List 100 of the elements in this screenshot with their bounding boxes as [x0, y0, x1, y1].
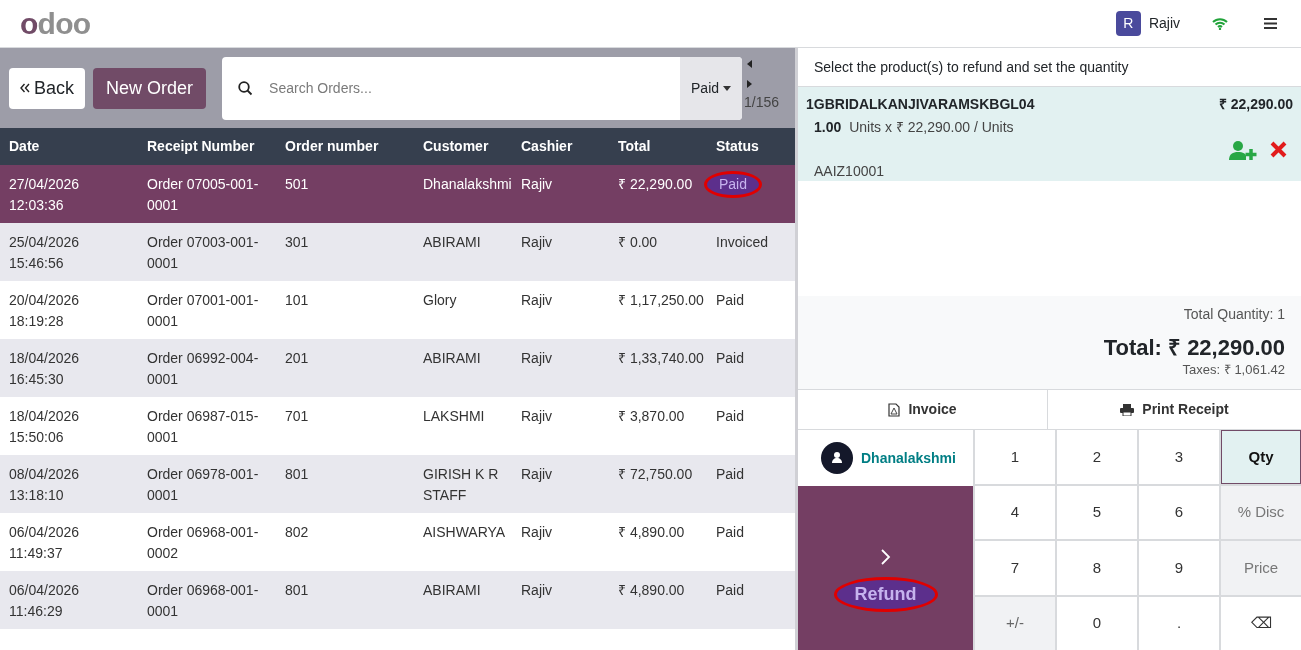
table-cell-text: 501: [285, 175, 309, 194]
table-cell-text: ₹ 72,750.00: [618, 465, 693, 484]
remove-icon[interactable]: [1270, 141, 1287, 158]
table-cell-text: Dhanalakshmi: [423, 175, 512, 194]
status-label: Invoiced: [716, 233, 769, 252]
status-label: Paid: [716, 407, 745, 426]
search-field[interactable]: Search Orders... Paid: [222, 56, 743, 120]
previous-page-icon[interactable]: [747, 60, 753, 68]
table-cell-text: ₹ 4,890.00: [618, 523, 685, 542]
number-key[interactable]: .: [1139, 596, 1219, 650]
table-cell-text: 802: [285, 523, 309, 542]
search-icon: [238, 80, 254, 96]
table-cell-text: 801: [285, 465, 309, 484]
column-header: Date: [8, 137, 41, 156]
double-chevron-left-icon: [20, 83, 30, 93]
new-order-button[interactable]: New Order: [93, 67, 207, 109]
status-label: Paid: [704, 171, 763, 198]
number-key[interactable]: 9: [1139, 541, 1219, 595]
table-cell-text: 08/04/2026 13:18:10: [9, 465, 80, 505]
user-avatar: R: [1115, 11, 1141, 36]
table-cell-text: ₹ 3,870.00: [618, 407, 685, 426]
line-quantity: 1.00: [814, 119, 842, 135]
next-page-icon[interactable]: [747, 80, 753, 88]
table-cell-text: Rajiv: [521, 407, 553, 426]
number-key[interactable]: 5: [1057, 485, 1137, 539]
table-cell-text: GIRISH K R STAFF: [423, 465, 499, 505]
number-key[interactable]: 6: [1139, 485, 1219, 539]
table-cell-text: 18/04/2026 15:50:06: [9, 407, 80, 447]
column-header: Order number: [284, 137, 380, 156]
order-row[interactable]: 18/04/2026 16:45:30 Order 06992-004- 0001 201 ABIRAMI Rajiv ₹ 1,33,740.00 Paid: [0, 339, 795, 397]
number-key[interactable]: 8: [1057, 541, 1137, 595]
add-user-icon[interactable]: [1229, 141, 1258, 160]
table-cell-text: 301: [285, 233, 309, 252]
order-row[interactable]: 27/04/2026 12:03:36 Order 07005-001- 0001 501 Dhanalakshmi Rajiv ₹ 22,290.00 Paid: [0, 165, 795, 223]
table-cell-text: Order 06992-004- 0001: [147, 349, 259, 389]
product-name: 1GBRIDALKANJIVARAMSKBGL04: [806, 95, 1035, 114]
table-cell-text: Order 07001-001- 0001: [147, 291, 259, 331]
menu-icon[interactable]: [1264, 18, 1277, 29]
column-header: Status: [715, 137, 760, 156]
mode-key[interactable]: Qty: [1221, 430, 1301, 484]
table-cell-text: 18/04/2026 16:45:30: [9, 349, 80, 389]
mode-key[interactable]: Price: [1221, 541, 1301, 595]
number-key[interactable]: 2: [1057, 430, 1137, 484]
table-cell-text: 20/04/2026 18:19:28: [9, 291, 80, 331]
number-key[interactable]: 1: [975, 430, 1055, 484]
table-cell-text: Order 06978-001- 0001: [147, 465, 259, 505]
number-key[interactable]: 3: [1139, 430, 1219, 484]
number-key[interactable]: 7: [975, 541, 1055, 595]
user-name[interactable]: Rajiv: [1148, 13, 1180, 34]
filter-dropdown[interactable]: Paid: [680, 56, 743, 120]
number-key[interactable]: 4: [975, 485, 1055, 539]
table-cell-text: ₹ 1,33,740.00: [618, 349, 704, 368]
backspace-key[interactable]: ⌫: [1221, 596, 1301, 650]
table-cell-text: Rajiv: [521, 581, 553, 600]
table-cell-text: Rajiv: [521, 465, 553, 484]
status-label: Paid: [716, 581, 745, 600]
status-label: Paid: [716, 523, 745, 542]
wifi-icon[interactable]: [1212, 17, 1228, 30]
column-header: Total: [617, 137, 652, 156]
user-icon: [821, 442, 853, 474]
table-cell-text: Rajiv: [521, 233, 553, 252]
sign-key[interactable]: +/-: [975, 596, 1055, 650]
number-key[interactable]: 0: [1057, 596, 1137, 650]
table-cell-text: ABIRAMI: [423, 349, 481, 368]
lot-number: AAIZ10001: [813, 162, 886, 181]
table-cell-text: LAKSHMI: [423, 407, 485, 426]
table-cell-text: Order 07003-001- 0001: [147, 233, 259, 273]
table-cell-text: ₹ 22,290.00: [618, 175, 693, 194]
total-quantity: Total Quantity: 1: [1183, 305, 1285, 324]
table-cell-text: ABIRAMI: [423, 581, 481, 600]
table-cell-text: Rajiv: [521, 523, 553, 542]
status-label: Paid: [716, 291, 745, 310]
order-row[interactable]: 08/04/2026 13:18:10 Order 06978-001- 0001 801 GIRISH K R STAFF Rajiv ₹ 72,750.00 Paid: [0, 455, 795, 513]
status-label: Paid: [716, 465, 745, 484]
refund-button[interactable]: Refund: [798, 486, 973, 650]
column-header: Cashier: [520, 137, 574, 156]
status-label: Paid: [716, 349, 745, 368]
mode-key[interactable]: % Disc: [1221, 485, 1301, 539]
table-cell-text: ABIRAMI: [423, 233, 481, 252]
order-row[interactable]: 25/04/2026 15:46:56 Order 07003-001- 0001 301 ABIRAMI Rajiv ₹ 0.00 Invoiced: [0, 223, 795, 281]
table-cell-text: 101: [285, 291, 309, 310]
page-counter: 1/156: [744, 93, 780, 112]
column-header: Customer: [422, 137, 490, 156]
table-cell-text: Order 06968-001- 0002: [147, 523, 259, 563]
caret-down-icon: [723, 85, 732, 91]
table-cell-text: Order 06987-015- 0001: [147, 407, 259, 447]
back-button[interactable]: Back: [9, 67, 86, 109]
table-cell-text: Glory: [423, 291, 457, 310]
table-cell-text: 25/04/2026 15:46:56: [9, 233, 80, 273]
table-cell-text: Order 06968-001- 0001: [147, 581, 259, 621]
refund-label: Refund: [833, 576, 938, 612]
table-cell-text: Rajiv: [521, 291, 553, 310]
column-header: Receipt Number: [146, 137, 256, 156]
table-cell-text: AISHWARYA: [423, 523, 506, 542]
table-cell-text: 201: [285, 349, 309, 368]
odoo-logo: odoo: [20, 8, 91, 39]
unit-price: Units x ₹ 22,290.00 / Units: [849, 119, 1014, 135]
order-row[interactable]: 06/04/2026 11:46:29 Order 06968-001- 0001 801 ABIRAMI Rajiv ₹ 4,890.00 Paid: [0, 571, 795, 629]
table-cell-text: Order 07005-001- 0001: [147, 175, 259, 215]
printer-icon: [1120, 403, 1135, 416]
